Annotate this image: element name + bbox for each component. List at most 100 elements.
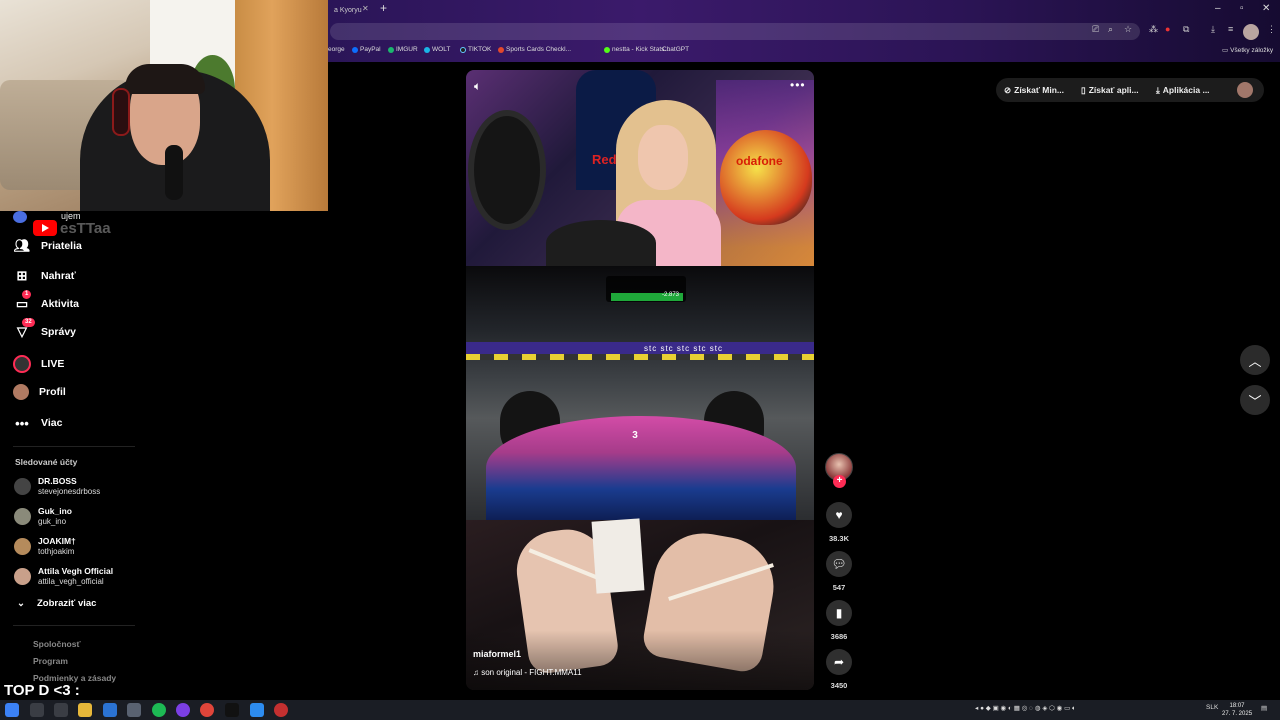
- webcam-streamer-hair: [125, 64, 205, 94]
- file-explorer-icon[interactable]: [78, 703, 92, 717]
- sidebar-item-friends[interactable]: 👥︎ Priatelia: [13, 235, 82, 257]
- bookmark-4[interactable]: TIKTOK: [460, 46, 491, 53]
- next-video-button[interactable]: ﹀: [1240, 385, 1270, 415]
- comment-icon: 💬︎: [831, 557, 847, 571]
- language-indicator[interactable]: SLK: [1206, 704, 1218, 711]
- tab-strip: a Kyoryu ✕ +: [328, 0, 1280, 20]
- kick-icon: [604, 46, 610, 53]
- sidebar-item-live[interactable]: LIVE: [13, 353, 64, 375]
- explore-icon[interactable]: [13, 211, 27, 223]
- following-item[interactable]: DR.BOSS stevejonesdrboss: [14, 474, 100, 498]
- more-options-icon[interactable]: •••: [790, 78, 806, 92]
- bookmark-0[interactable]: eorge: [328, 46, 345, 53]
- search-icon[interactable]: [30, 703, 44, 717]
- get-app-button[interactable]: ▯ Získať apli...: [1081, 78, 1139, 102]
- sidebar-divider: [13, 446, 135, 447]
- maximize-icon[interactable]: ▫: [1240, 3, 1244, 14]
- tab-close-icon[interactable]: ✕: [362, 4, 369, 13]
- kebab-menu-icon[interactable]: ⋮: [1267, 24, 1276, 35]
- pc-app-button[interactable]: ⤓ Aplikácia ...: [1156, 78, 1210, 102]
- store-icon[interactable]: [103, 703, 117, 717]
- live-icon: [13, 355, 31, 373]
- sidebar-item-upload[interactable]: ⊞ Nahrať: [13, 265, 76, 287]
- sidebar-item-label: Nahrať: [41, 270, 76, 282]
- heart-icon: ♥: [835, 508, 843, 522]
- wolt-icon: [424, 46, 430, 53]
- bookmark-label: TIKTOK: [468, 46, 492, 53]
- puzzle-icon[interactable]: ⧉: [1183, 24, 1189, 35]
- following-item[interactable]: JOAKIM† tothjoakim: [14, 534, 76, 558]
- clock[interactable]: 18:07 27. 7. 2025: [1222, 702, 1252, 718]
- browser-tab[interactable]: a Kyoryu: [328, 3, 378, 20]
- get-coins-label: Získať Min...: [1014, 85, 1065, 95]
- video-helmet: [720, 130, 812, 225]
- video-sound-label: son original - FIGHT.MMA11: [481, 668, 582, 677]
- app2-icon[interactable]: [250, 703, 264, 717]
- share-count: 3450: [830, 681, 848, 690]
- close-window-icon[interactable]: ✕: [1262, 3, 1270, 14]
- extension-icon[interactable]: ⁂: [1149, 24, 1158, 35]
- download-icon: ⤓: [1156, 84, 1160, 95]
- save-count: 3686: [830, 632, 848, 641]
- more-icon: •••: [15, 415, 29, 431]
- bookmark-7[interactable]: ChatGPT: [662, 46, 689, 53]
- bookmark-1[interactable]: PayPal: [352, 46, 381, 53]
- vodafone-logo: odafone: [736, 154, 783, 168]
- sidebar-divider: [13, 625, 135, 626]
- like-button[interactable]: ♥: [826, 502, 852, 528]
- headset-icon: [112, 88, 130, 136]
- following-item[interactable]: Attila Vegh Official attila_vegh_official: [14, 564, 113, 588]
- sidebar-item-activity[interactable]: ▭ 1 Aktivita: [13, 290, 79, 315]
- share-button[interactable]: ➦: [826, 649, 852, 675]
- minimize-icon[interactable]: –: [1215, 3, 1221, 14]
- video-player[interactable]: Red Bull odafone -2.873 stc stc stc stc …: [466, 70, 814, 690]
- terminal-icon[interactable]: [225, 703, 239, 717]
- system-tray-icons[interactable]: ◂ ● ◆ ▣ ◉ ◐ ▦ ◎ ◌ ◍ ◈ ⬡ ◉ ▭ 🔈︎: [975, 704, 1076, 713]
- show-more-button[interactable]: ⌄ Zobraziť viac: [17, 598, 96, 609]
- save-button[interactable]: ▮: [826, 600, 852, 626]
- all-bookmarks[interactable]: ▭ Všetky záložky: [1222, 46, 1274, 55]
- comment-button[interactable]: 💬︎: [826, 551, 852, 577]
- pc-app-label: Aplikácia ...: [1162, 85, 1210, 95]
- following-item[interactable]: Guk_ino guk_ino: [14, 504, 72, 528]
- record-icon[interactable]: ●: [1165, 24, 1170, 34]
- sidebar-item-profile[interactable]: Profil: [13, 381, 66, 403]
- zoom-icon[interactable]: ⌕: [1108, 24, 1113, 35]
- footer-link-program[interactable]: Program: [33, 656, 68, 666]
- download-icon[interactable]: ⤓: [1211, 24, 1215, 35]
- star-icon[interactable]: ☆: [1124, 24, 1132, 35]
- app-icon[interactable]: [127, 703, 141, 717]
- new-tab-icon[interactable]: +: [380, 1, 387, 15]
- chrome-icon[interactable]: [200, 703, 214, 717]
- bookmark-2[interactable]: IMGUR: [388, 46, 418, 53]
- browser-profile-avatar[interactable]: [1243, 24, 1259, 40]
- volume-icon[interactable]: 🔈︎: [474, 79, 481, 94]
- bookmark-3[interactable]: WOLT: [424, 46, 450, 53]
- menu-list-icon[interactable]: ≡: [1228, 24, 1233, 34]
- all-bookmarks-label: Všetky záložky: [1230, 46, 1274, 54]
- task-view-icon[interactable]: [54, 703, 68, 717]
- obs-icon[interactable]: [176, 703, 190, 717]
- steering-wheel: [546, 220, 656, 266]
- follow-plus-icon[interactable]: +: [833, 475, 846, 488]
- previous-video-button[interactable]: ︿: [1240, 345, 1270, 375]
- spotify-icon[interactable]: [152, 703, 166, 717]
- sidebar-item-more[interactable]: ••• Viac: [13, 412, 62, 434]
- sidebar-item-messages[interactable]: ▽ 32 Správy: [13, 318, 76, 343]
- clock-time: 18:07: [1229, 703, 1245, 709]
- user-avatar[interactable]: [1237, 82, 1253, 98]
- get-coins-button[interactable]: ⊘ Získať Min...: [1004, 78, 1064, 102]
- start-icon[interactable]: [5, 703, 19, 717]
- following-handle: attila_vegh_official: [38, 576, 104, 586]
- bookmark-5[interactable]: Sports Cards Checkl...: [498, 46, 571, 53]
- address-bar[interactable]: [330, 23, 1140, 40]
- notification-icon[interactable]: ▤: [1261, 704, 1267, 712]
- stream-overlay-text: TOP D <3 :: [4, 682, 80, 699]
- microphone-icon: [165, 145, 183, 200]
- app3-icon[interactable]: [274, 703, 288, 717]
- video-sound[interactable]: ♫ son original - FIGHT.MMA11: [473, 668, 582, 677]
- footer-link-company[interactable]: Spoločnosť: [33, 639, 81, 649]
- cast-icon[interactable]: ⎚: [1092, 24, 1099, 35]
- video-author[interactable]: miaformel1: [473, 649, 521, 659]
- bookmark-6[interactable]: nestta - Kick Stats...: [604, 46, 670, 53]
